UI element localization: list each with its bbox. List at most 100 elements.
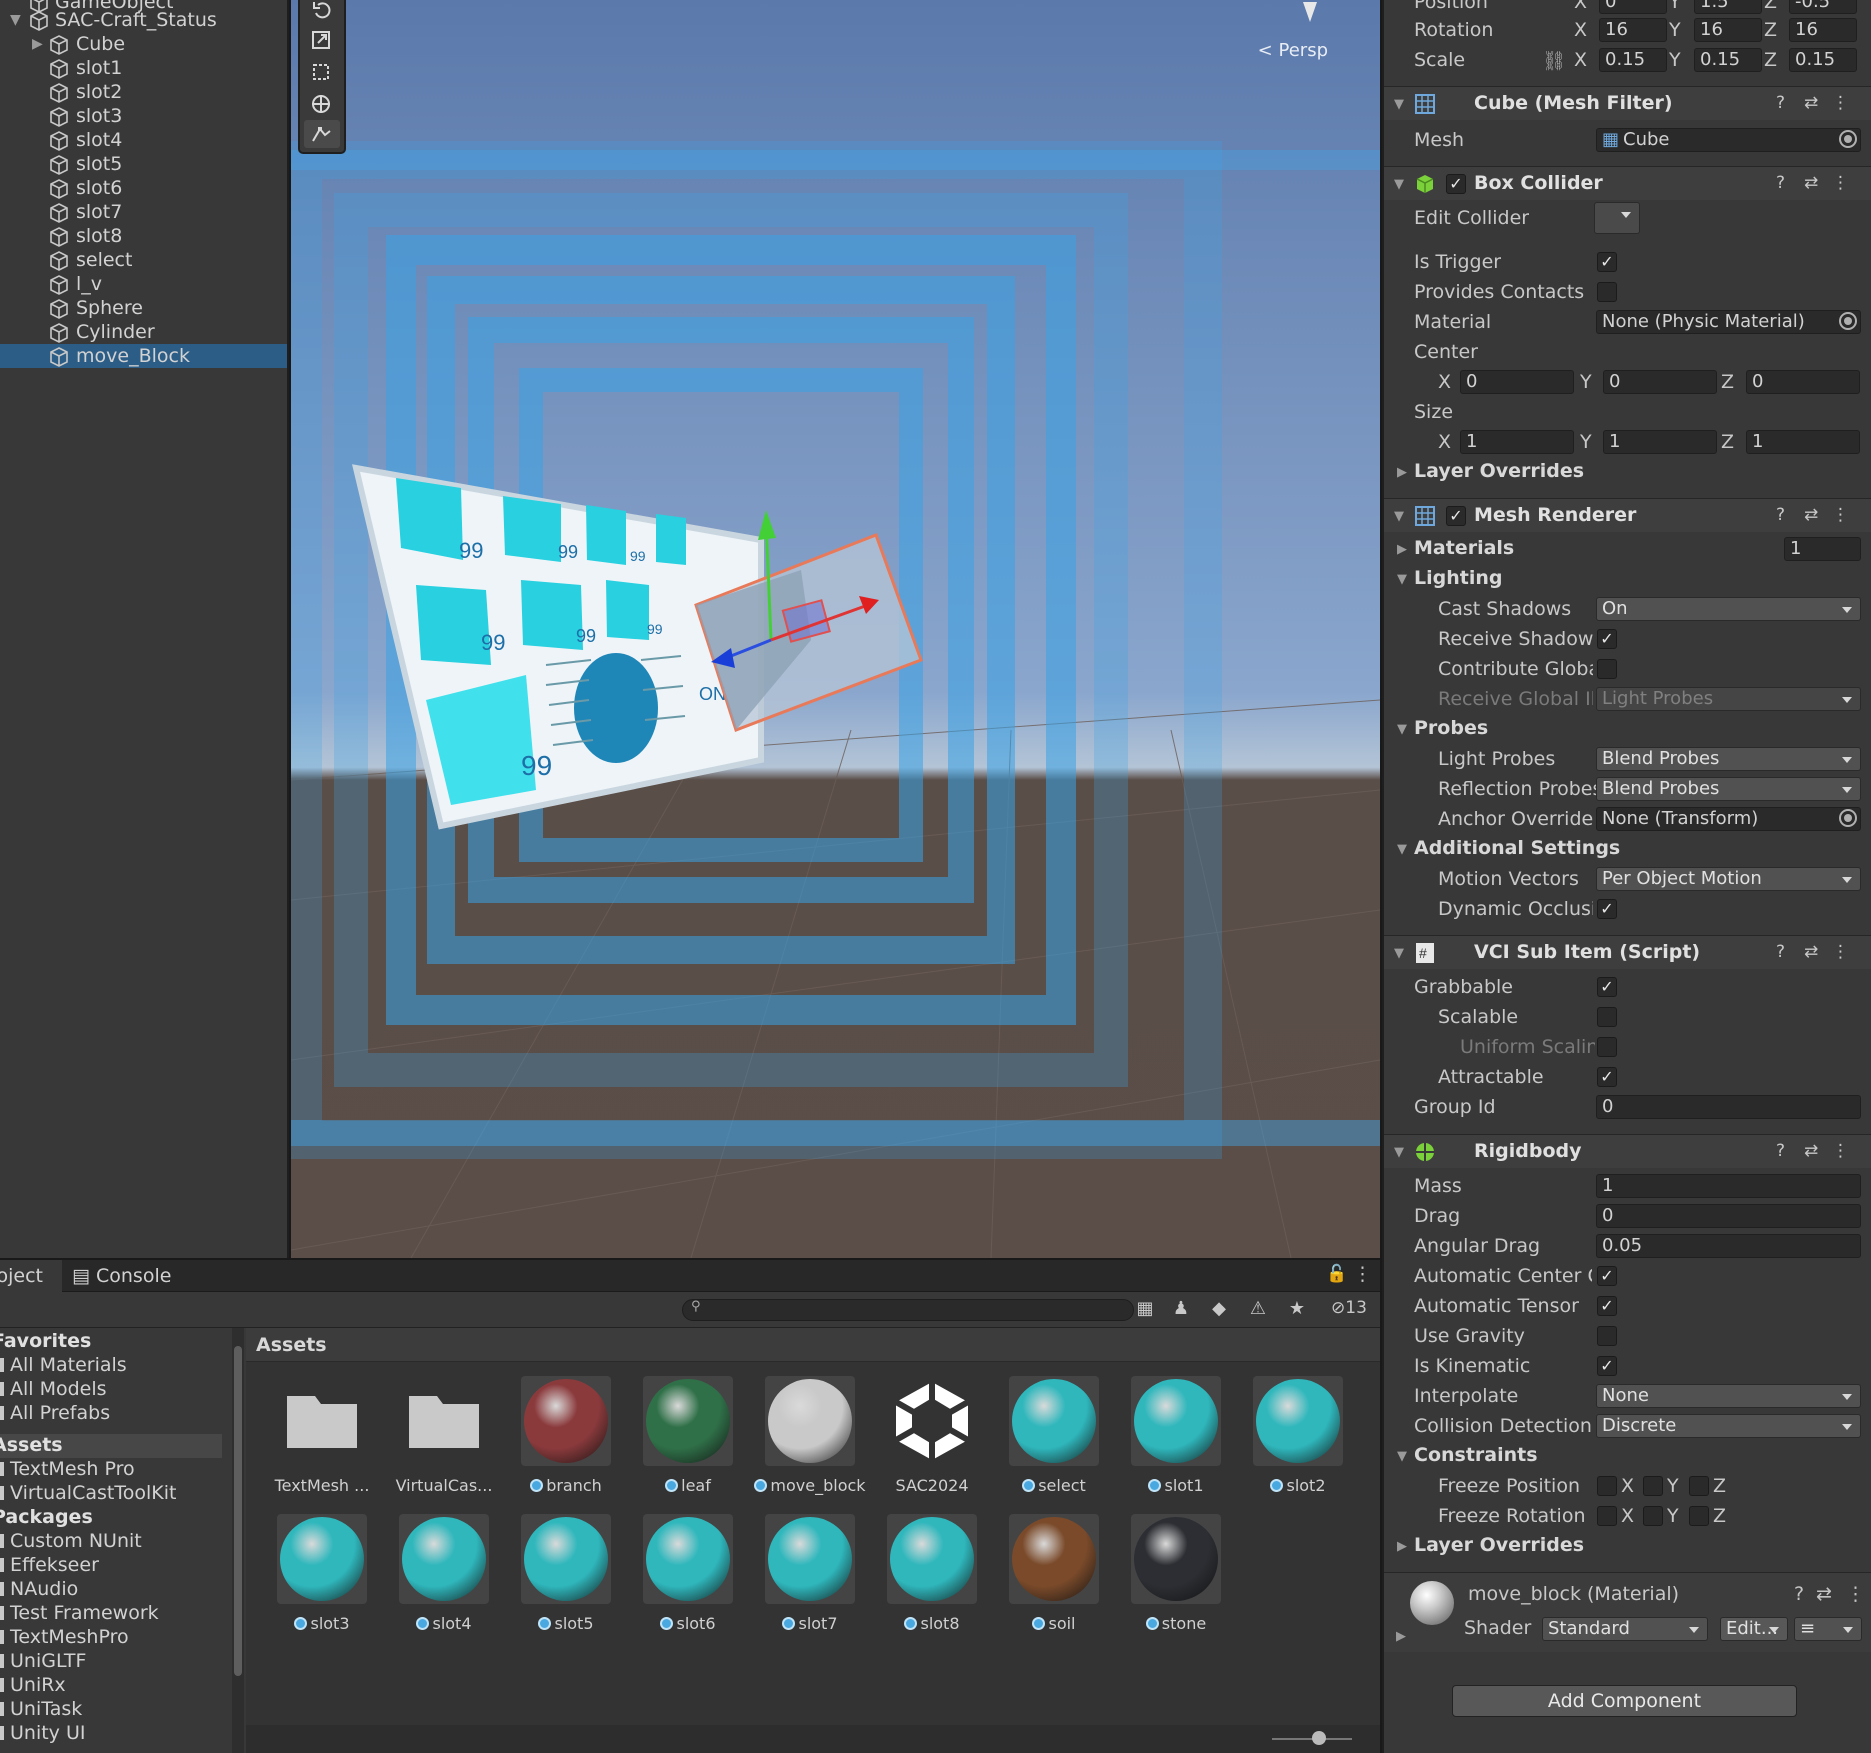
component-menu-icon[interactable]: ⋮ — [1846, 1583, 1865, 1605]
vci-sub-item-component[interactable]: ▼ # VCI Sub Item (Script)? ⇄ ⋮ — [1384, 935, 1871, 969]
search-by-type-icon[interactable]: ▦ — [1132, 1298, 1158, 1322]
foldout-arrow-icon[interactable]: ▼ — [1397, 722, 1407, 737]
field-y[interactable]: 0 — [1603, 370, 1717, 394]
hierarchy-item[interactable]: slot3 — [0, 104, 287, 128]
tree-item[interactable]: Effekseer — [0, 1554, 230, 1578]
auto-tensor-checkbox[interactable]: ✓ — [1597, 1296, 1617, 1316]
hierarchy-item[interactable]: slot2 — [0, 80, 287, 104]
hierarchy-item[interactable]: ▼ SAC-Craft_Status — [0, 8, 287, 32]
asset-item[interactable]: slot3 — [256, 1514, 376, 1644]
foldout-arrow-icon[interactable]: ▼ — [1397, 842, 1407, 857]
provides-contacts-checkbox[interactable] — [1597, 282, 1617, 302]
foldout-arrow-icon[interactable]: ▼ — [1394, 97, 1404, 112]
tree-item[interactable]: NAudio — [0, 1578, 230, 1602]
asset-item[interactable]: slot2 — [1232, 1376, 1352, 1506]
asset-item[interactable]: SAC2024 — [866, 1376, 986, 1506]
mesh-field[interactable]: ▦ Cube — [1596, 128, 1861, 152]
tree-item[interactable]: All Models — [0, 1378, 230, 1402]
scale-tool[interactable] — [304, 26, 340, 54]
tree-item[interactable]: Unity UI — [0, 1722, 230, 1746]
attractable-checkbox[interactable]: ✓ — [1597, 1067, 1617, 1087]
hierarchy-item[interactable]: move_Block — [0, 344, 287, 368]
asset-item[interactable]: VirtualCas... — [378, 1376, 498, 1506]
anchor-override-field[interactable]: None (Transform) — [1596, 807, 1861, 831]
hierarchy-item[interactable]: Sphere — [0, 296, 287, 320]
link-icon[interactable]: ⛓ — [1542, 49, 1566, 72]
field-y[interactable]: 1.5 — [1694, 0, 1762, 14]
field-z[interactable]: 16 — [1789, 18, 1857, 42]
freeze-rotation-y-checkbox[interactable] — [1643, 1506, 1663, 1526]
asset-item[interactable]: slot6 — [622, 1514, 742, 1644]
help-icon[interactable]: ? — [1776, 942, 1785, 962]
field-z[interactable]: -0.5 — [1789, 0, 1857, 14]
preset-icon[interactable]: ⇄ — [1816, 1583, 1832, 1605]
field-x[interactable]: 1 — [1460, 430, 1574, 454]
tree-section-favorites[interactable]: Favorites — [0, 1330, 222, 1354]
freeze-position-y-checkbox[interactable] — [1643, 1476, 1663, 1496]
contribute-gi-checkbox[interactable] — [1597, 659, 1617, 679]
receive-shadows-checkbox[interactable]: ✓ — [1597, 629, 1617, 649]
scene-gizmo-cone[interactable] — [1295, 0, 1325, 26]
foldout-arrow-icon[interactable]: ▶ — [1396, 1629, 1406, 1644]
object-picker-icon[interactable] — [1839, 130, 1857, 148]
box-collider-component[interactable]: ▼ ✓ Box Collider? ⇄ ⋮ — [1384, 166, 1871, 200]
foldout-arrow-icon[interactable]: ▼ — [1397, 1449, 1407, 1464]
tab-console[interactable]: ▤ Console — [66, 1260, 177, 1292]
tree-item[interactable]: UniGLTF — [0, 1650, 230, 1674]
use-gravity-checkbox[interactable] — [1597, 1326, 1617, 1346]
asset-item[interactable]: move_block — [744, 1376, 866, 1506]
tree-item[interactable]: UniRx — [0, 1674, 230, 1698]
edit-collider-button[interactable] — [1594, 202, 1640, 234]
custom-editor-tool[interactable] — [304, 120, 340, 148]
foldout-arrow-icon[interactable]: ▶ — [1397, 465, 1407, 480]
asset-item[interactable]: slot7 — [744, 1514, 864, 1644]
component-enabled-checkbox[interactable]: ✓ — [1446, 506, 1466, 526]
hierarchy-item[interactable]: slot6 — [0, 176, 287, 200]
tab-project[interactable]: Project — [0, 1260, 62, 1292]
tree-item[interactable]: TextMesh Pro — [0, 1458, 230, 1482]
freeze-rotation-x-checkbox[interactable] — [1597, 1506, 1617, 1526]
breadcrumb[interactable]: Assets — [256, 1334, 327, 1356]
angular-drag-field[interactable]: 0.05 — [1596, 1234, 1861, 1258]
zoom-slider-handle[interactable] — [1312, 1731, 1326, 1745]
foldout-arrow-icon[interactable]: ▼ — [1394, 177, 1404, 192]
rotate-tool[interactable] — [304, 0, 340, 24]
foldout-arrow-icon[interactable]: ▼ — [1394, 946, 1404, 961]
project-search-input[interactable]: ⚲ — [682, 1299, 1134, 1321]
field-y[interactable]: 0.15 — [1694, 48, 1762, 72]
section-header[interactable]: Lighting — [1414, 567, 1502, 589]
foldout-arrow-icon[interactable]: ▼ — [1397, 572, 1407, 587]
asset-item[interactable]: leaf — [622, 1376, 742, 1506]
preset-icon[interactable]: ⇄ — [1804, 173, 1818, 193]
collision-detection-dropdown[interactable]: Discrete — [1596, 1414, 1861, 1438]
field-x[interactable]: 0.15 — [1599, 48, 1667, 72]
expand-arrow-icon[interactable]: ▼ — [10, 12, 21, 28]
tree-item[interactable]: VirtualCastToolKit — [0, 1482, 230, 1506]
section-header[interactable]: Layer Overrides — [1414, 1534, 1584, 1556]
shader-menu-dropdown[interactable]: ≡ — [1794, 1617, 1862, 1641]
hierarchy-item[interactable]: select — [0, 248, 287, 272]
uniform-scaling-checkbox[interactable] — [1597, 1037, 1617, 1057]
is-kinematic-checkbox[interactable]: ✓ — [1597, 1356, 1617, 1376]
edit-shader-button[interactable]: Edit... — [1720, 1617, 1788, 1641]
hierarchy-item[interactable]: slot5 — [0, 152, 287, 176]
preset-icon[interactable]: ⇄ — [1804, 93, 1818, 113]
asset-item[interactable]: select — [988, 1376, 1108, 1506]
component-enabled-checkbox[interactable]: ✓ — [1446, 174, 1466, 194]
material-component[interactable]: move_block (Material)? ⇄ ⋮ Shader Standard Ed… — [1384, 1572, 1871, 1652]
star-icon[interactable]: ★ — [1284, 1298, 1310, 1322]
rect-tool[interactable] — [304, 58, 340, 86]
drag-field[interactable]: 0 — [1596, 1204, 1861, 1228]
scene-view[interactable]: 99 99 99 99 99 99 99 ON < Persp — [291, 0, 1380, 1258]
asset-item[interactable]: soil — [988, 1514, 1108, 1644]
section-header[interactable]: Layer Overrides — [1414, 460, 1584, 482]
help-icon[interactable]: ? — [1776, 173, 1785, 193]
foldout-arrow-icon[interactable]: ▼ — [1394, 509, 1404, 524]
component-menu-icon[interactable]: ⋮ — [1832, 93, 1849, 113]
object-picker-icon[interactable] — [1839, 809, 1857, 827]
more-options-icon[interactable]: ⋮ — [1353, 1263, 1372, 1285]
help-icon[interactable]: ? — [1794, 1583, 1804, 1605]
help-icon[interactable]: ? — [1776, 93, 1785, 113]
receive-gi-dropdown[interactable]: Light Probes — [1596, 687, 1861, 711]
asset-item[interactable]: slot8 — [866, 1514, 986, 1644]
